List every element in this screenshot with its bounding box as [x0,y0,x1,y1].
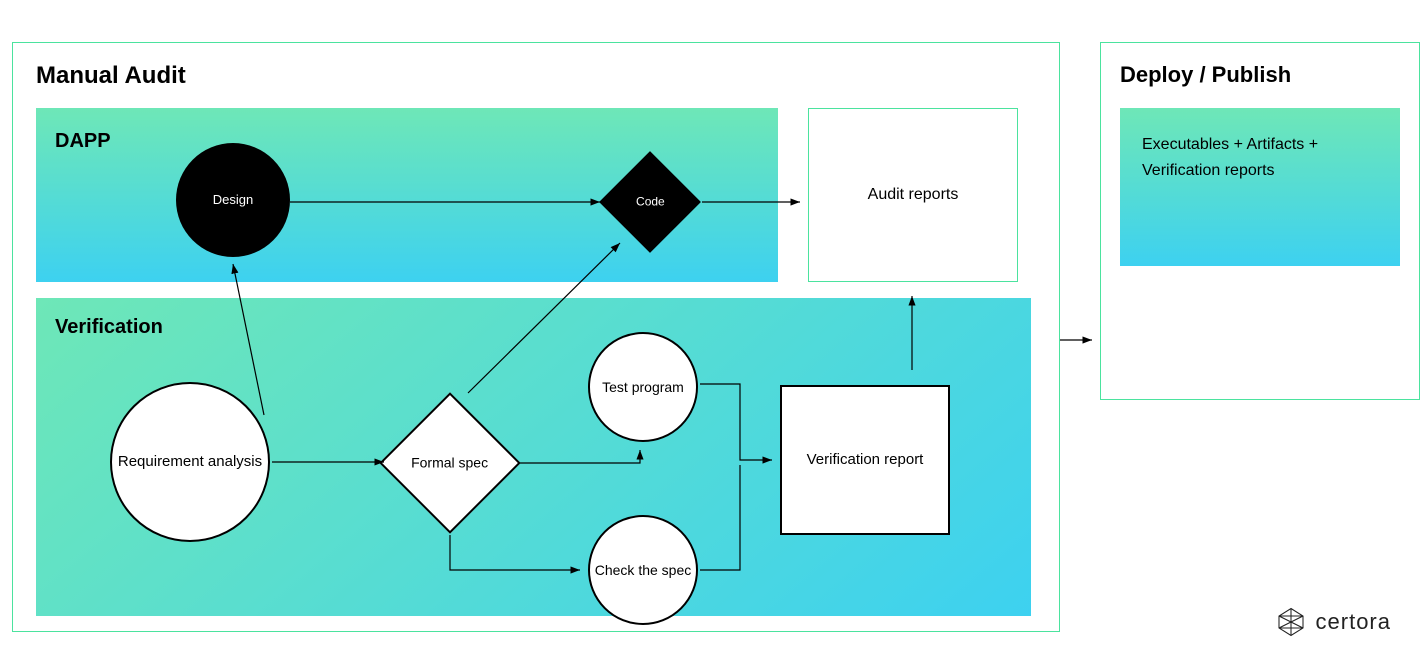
verification-report-label: Verification report [807,450,924,470]
code-label: Code [636,194,665,210]
design-node: Design [176,143,290,257]
design-label: Design [213,192,253,209]
brand-name: certora [1316,609,1391,635]
deploy-body-text: Executables + Artifacts + Verification r… [1142,136,1318,179]
check-spec-label: Check the spec [595,561,692,579]
certora-icon [1276,607,1306,637]
audit-reports-node: Audit reports [808,108,1018,282]
manual-audit-title: Manual Audit [36,62,186,90]
verification-title: Verification [55,316,163,339]
formal-spec-label: Formal spec [411,454,488,472]
test-program-node: Test program [588,332,698,442]
requirement-analysis-node: Requirement analysis [110,382,270,542]
requirement-analysis-label: Requirement analysis [118,452,262,472]
dapp-title: DAPP [55,130,111,153]
test-program-label: Test program [602,378,684,396]
brand-logo: certora [1276,607,1391,637]
verification-report-node: Verification report [780,385,950,535]
deploy-title: Deploy / Publish [1120,62,1291,88]
check-spec-node: Check the spec [588,515,698,625]
audit-reports-label: Audit reports [868,185,959,206]
deploy-body-band: Executables + Artifacts + Verification r… [1120,108,1400,266]
